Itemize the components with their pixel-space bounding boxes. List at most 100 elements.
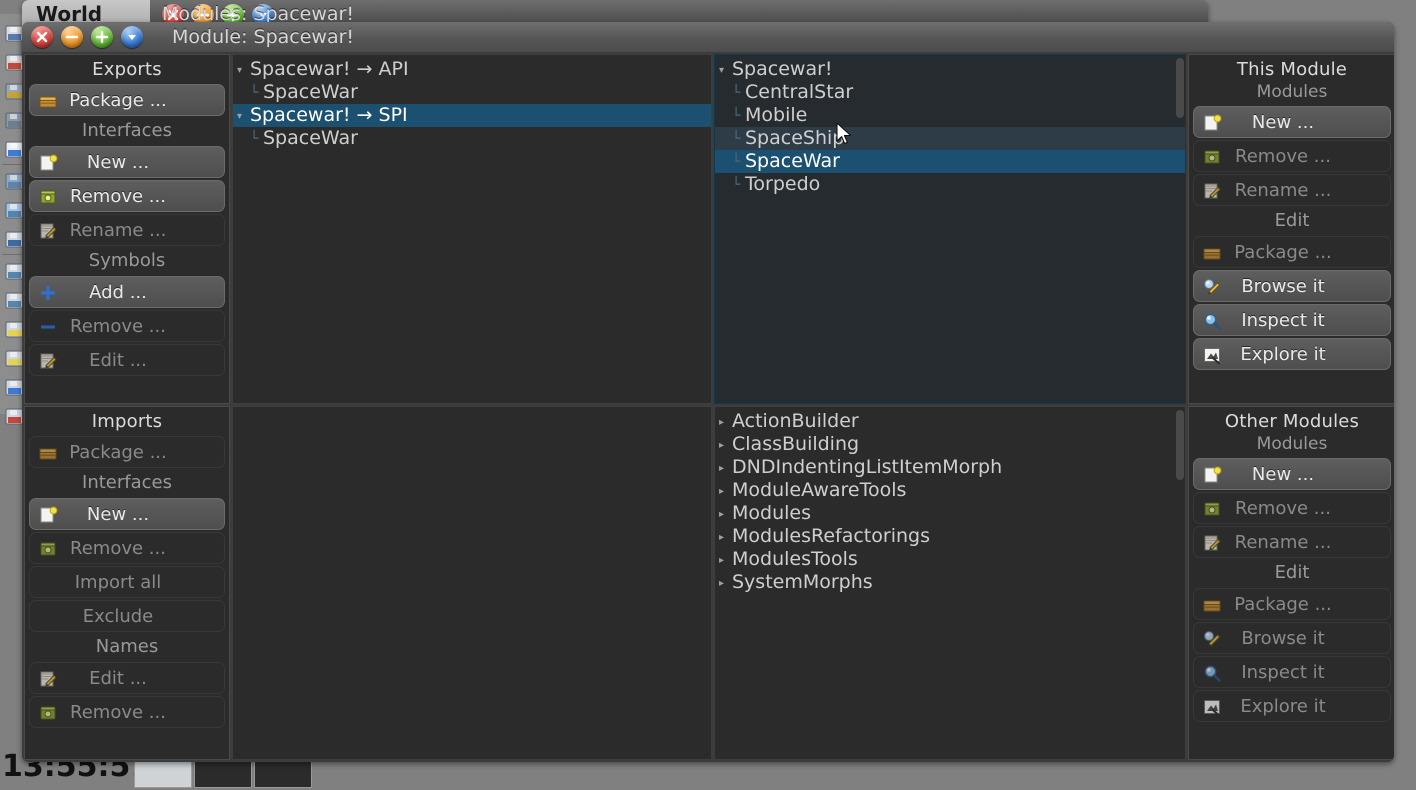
other-modules-tree-row[interactable]: ▸ ModuleAwareTools — [715, 479, 1185, 502]
exports-button-add[interactable]: Add ... — [29, 276, 225, 308]
module-tree-scrollbar[interactable] — [1176, 56, 1184, 402]
exports-tree-row[interactable]: ▾ Spacewar! → SPI — [233, 104, 711, 127]
other-modules-button-label: Remove ... — [1235, 497, 1331, 519]
exports-button-rename: Rename ... — [29, 214, 225, 246]
other-modules-tree[interactable]: ▸ ActionBuilder ▸ ClassBuilding ▸ DNDIndentin… — [715, 407, 1185, 594]
exports-button-edit: Edit ... — [29, 344, 225, 376]
chevron-right-icon: ▸ — [719, 555, 725, 566]
plus-icon — [38, 283, 58, 303]
rename-icon — [1204, 535, 1221, 551]
remove-icon — [38, 703, 58, 723]
other-modules-section-label: Edit — [1274, 562, 1310, 583]
this-module-button-exploreit[interactable]: Explore it — [1193, 338, 1391, 370]
exports-tree[interactable]: ▾ Spacewar! → API └ SpaceWar ▾ Spacewar! → SP… — [233, 55, 711, 150]
other-modules-scrollbar[interactable] — [1176, 408, 1184, 758]
new-doc-icon — [1204, 466, 1222, 483]
other-modules-button-remove: Remove ... — [1193, 492, 1391, 524]
other-modules-tree-row[interactable]: ▸ ClassBuilding — [715, 433, 1185, 456]
exports-tree-row[interactable]: └ SpaceWar — [233, 81, 711, 104]
other-modules-tree-panel[interactable]: ▸ ActionBuilder ▸ ClassBuilding ▸ DNDIndentin… — [714, 406, 1186, 760]
this-module-button-remove: Remove ... — [1193, 140, 1391, 172]
new-doc-icon — [40, 506, 58, 523]
other-modules-tree-row-label: ModulesRefactorings — [732, 525, 930, 547]
close-button[interactable] — [31, 26, 53, 48]
rename-icon — [1202, 533, 1222, 553]
this-module-section-label: Edit — [1274, 210, 1310, 231]
this-module-button-inspectit[interactable]: Inspect it — [1193, 304, 1391, 336]
module-spacewar-window[interactable]: Module: Spacewar! Exports Package ... Int… — [22, 22, 1394, 762]
other-modules-button-new[interactable]: New ... — [1193, 458, 1391, 490]
rename-icon — [1204, 183, 1221, 199]
plus-icon — [41, 286, 55, 300]
chevron-right-icon: ▸ — [719, 509, 725, 520]
tree-elbow-icon: └ — [732, 131, 741, 147]
exports-tree-row[interactable]: ▾ Spacewar! → API — [233, 58, 711, 81]
exports-button-label: New ... — [86, 151, 150, 173]
explore-icon — [1204, 348, 1220, 365]
tree-elbow-icon: └ — [732, 154, 741, 170]
imports-tree-panel[interactable] — [232, 406, 712, 760]
package-icon — [38, 443, 58, 463]
exports-tree-panel[interactable]: ▾ Spacewar! → API └ SpaceWar ▾ Spacewar! → SP… — [232, 54, 712, 404]
imports-button-label: Remove ... — [70, 701, 166, 723]
window-titlebar[interactable]: Module: Spacewar! — [22, 22, 1394, 52]
exports-button-package[interactable]: Package ... — [29, 84, 225, 116]
remove-icon — [40, 706, 56, 720]
exports-tree-row-label: SpaceWar — [263, 81, 358, 103]
other-modules-subheading: Modules — [1256, 434, 1328, 454]
minimize-button[interactable] — [61, 26, 83, 48]
exports-button-new[interactable]: New ... — [29, 146, 225, 178]
exports-button-label: Remove ... — [70, 185, 166, 207]
exports-tree-row-label: SpaceWar — [263, 127, 358, 149]
imports-button-label: Package ... — [69, 441, 167, 463]
module-tree-row[interactable]: ▾ Spacewar! — [715, 58, 1185, 81]
other-modules-tree-row[interactable]: ▸ ModulesRefactorings — [715, 525, 1185, 548]
imports-section-label: Names — [95, 636, 159, 657]
chevron-right-icon: ▸ — [719, 440, 725, 451]
maximize-button[interactable] — [91, 26, 113, 48]
exports-tree-row-label: Spacewar! → API — [250, 58, 409, 80]
exports-tree-row[interactable]: └ SpaceWar — [233, 127, 711, 150]
other-modules-button-exploreit: Explore it — [1193, 690, 1391, 722]
module-tree-row-label: Torpedo — [745, 173, 821, 195]
this-module-button-new[interactable]: New ... — [1193, 106, 1391, 138]
menu-button[interactable] — [121, 26, 143, 48]
module-tree-row[interactable]: └ CentralStar — [715, 81, 1185, 104]
this-module-button-label: New ... — [1251, 111, 1315, 133]
module-tree-row[interactable]: └ SpaceShip — [715, 127, 1185, 150]
other-modules-items: New ... Remove ... Rename ... Edit Package .… — [1189, 458, 1394, 722]
this-module-button-browseit[interactable]: Browse it — [1193, 270, 1391, 302]
new-doc-icon — [38, 505, 58, 525]
imports-button-remove: Remove ... — [29, 532, 225, 564]
new-doc-icon — [40, 154, 58, 171]
imports-button-new[interactable]: New ... — [29, 498, 225, 530]
browse-icon — [1202, 629, 1222, 649]
chevron-right-icon: ▸ — [719, 578, 725, 589]
this-module-button-rename: Rename ... — [1193, 174, 1391, 206]
exports-section-label: Symbols — [88, 250, 166, 271]
this-module-items: New ... Remove ... Rename ... Edit Package .… — [1189, 106, 1394, 370]
exports-button-label: Remove ... — [70, 315, 166, 337]
package-icon — [38, 91, 58, 111]
module-tree-panel[interactable]: ▾ Spacewar! └ CentralStar └ Mobile └ SpaceShip └… — [714, 54, 1186, 404]
exports-section-label: Interfaces — [82, 120, 172, 141]
other-modules-tree-row[interactable]: ▸ Modules — [715, 502, 1185, 525]
other-modules-tree-row[interactable]: ▸ ModulesTools — [715, 548, 1185, 571]
exports-button-remove: Remove ... — [29, 310, 225, 342]
other-modules-tree-row[interactable]: ▸ DNDIndentingListItemMorph — [715, 456, 1185, 479]
other-modules-button-label: Browse it — [1241, 627, 1325, 649]
other-modules-tree-row[interactable]: ▸ ActionBuilder — [715, 410, 1185, 433]
module-tree-row[interactable]: └ Mobile — [715, 104, 1185, 127]
remove-icon — [40, 190, 56, 204]
chevron-down-icon: ▾ — [237, 111, 243, 122]
module-tree-row[interactable]: └ SpaceWar — [715, 150, 1185, 173]
imports-tree[interactable] — [233, 407, 711, 410]
other-modules-tree-row[interactable]: ▸ SystemMorphs — [715, 571, 1185, 594]
this-module-button-label: Browse it — [1241, 275, 1325, 297]
module-tree[interactable]: ▾ Spacewar! └ CentralStar └ Mobile └ SpaceShip └… — [715, 55, 1185, 196]
module-tree-row-label: Spacewar! — [732, 58, 833, 80]
module-tree-row[interactable]: └ Torpedo — [715, 173, 1185, 196]
remove-icon — [38, 187, 58, 207]
exports-button-label: Edit ... — [89, 349, 147, 371]
exports-button-remove[interactable]: Remove ... — [29, 180, 225, 212]
